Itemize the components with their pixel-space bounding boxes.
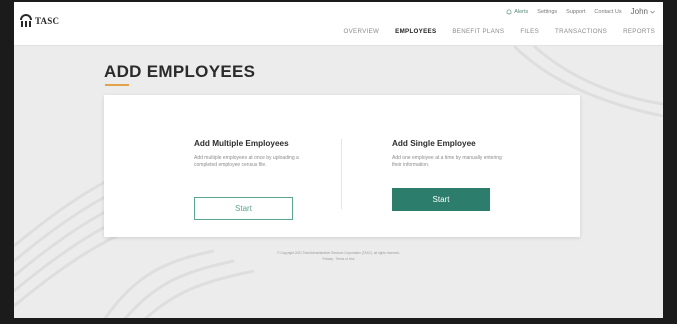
user-menu[interactable]: John <box>631 7 655 16</box>
alerts-link[interactable]: Alerts <box>506 9 528 15</box>
nav-tab-files[interactable]: FILES <box>520 28 539 35</box>
bell-icon <box>506 9 512 15</box>
add-single-description: Add one employee at a time by manually e… <box>392 155 502 168</box>
add-multiple-heading: Add Multiple Employees <box>194 139 289 148</box>
nav-tab-employees[interactable]: EMPLOYEES <box>395 28 436 35</box>
nav-tab-overview[interactable]: OVERVIEW <box>344 28 380 35</box>
tasc-logo-icon <box>20 14 32 27</box>
chevron-down-icon <box>650 10 655 13</box>
add-single-section: Add Single Employee Add one employee at … <box>392 139 522 169</box>
page-footer: © Copyright 2021 Total Administrative Se… <box>14 250 663 262</box>
start-single-button[interactable]: Start <box>392 188 490 211</box>
footer-links[interactable]: Privacy · Terms of Use <box>14 256 663 262</box>
alerts-label: Alerts <box>514 8 529 15</box>
add-multiple-description: Add multiple employees at once by upload… <box>194 155 299 168</box>
top-header: TASC Alerts Settings Support Contact Us … <box>14 2 663 46</box>
nav-tab-reports[interactable]: REPORTS <box>623 28 655 35</box>
add-employees-card: Add Multiple Employees Add multiple empl… <box>104 95 580 237</box>
section-divider <box>341 139 342 209</box>
tasc-logo[interactable]: TASC <box>19 14 59 28</box>
logo-text: TASC <box>35 16 60 26</box>
contact-us-link[interactable]: Contact Us <box>594 9 621 15</box>
settings-link[interactable]: Settings <box>537 9 557 15</box>
nav-tab-benefit-plans[interactable]: BENEFIT PLANS <box>452 28 504 35</box>
utility-nav: Alerts Settings Support Contact Us John <box>506 7 655 16</box>
add-single-heading: Add Single Employee <box>392 139 476 148</box>
page-title: ADD EMPLOYEES <box>104 62 256 81</box>
user-name: John <box>630 7 648 16</box>
title-underline <box>105 84 129 86</box>
add-multiple-section: Add Multiple Employees Add multiple empl… <box>194 139 324 169</box>
app-window: TASC Alerts Settings Support Contact Us … <box>0 0 677 324</box>
start-multiple-button[interactable]: Start <box>194 197 293 220</box>
main-nav: OVERVIEW EMPLOYEES BENEFIT PLANS FILES T… <box>344 28 655 35</box>
support-link[interactable]: Support <box>566 9 585 15</box>
nav-tab-transactions[interactable]: TRANSACTIONS <box>555 28 607 35</box>
